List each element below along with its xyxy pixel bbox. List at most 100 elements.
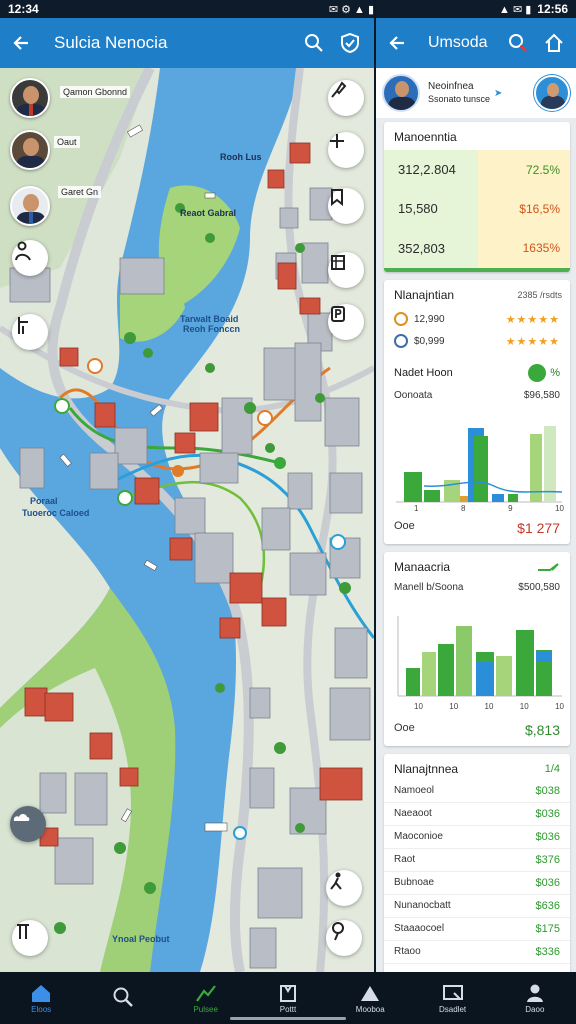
nav-profile[interactable]: Daoo [494,972,576,1024]
card-meta: 1/4 [544,763,560,775]
screen-icon [442,984,463,1000]
map-canvas [0,68,374,972]
card-title: Manaacria [394,560,451,574]
bookmark-button[interactable] [328,188,364,224]
list-item[interactable]: Naeaoot $036 [384,803,570,826]
search-icon [305,34,323,52]
list-card[interactable]: Nlanajtnnea 1/4 Namoeol $038 Naeaoot $036 … [384,754,570,972]
nav-search[interactable] [82,972,164,1024]
pin-button[interactable] [326,920,362,956]
toggle-row[interactable]: Nadet Hoon % [384,358,570,388]
plus-icon [330,134,344,148]
panel-app-bar: Umsoda [376,18,576,68]
panel-title: Umsoda [428,34,488,51]
stars: ★★★★★ [505,313,560,326]
chevron-icon: ➤ [494,87,503,99]
compass-button[interactable] [328,80,364,116]
list-item[interactable]: Namoeol $038 [384,780,570,803]
chart-title: Oonoata [394,390,433,401]
home-button[interactable] [536,25,572,61]
summary-percent: 72.5% [478,150,570,190]
search-icon [113,987,134,1007]
avatar [382,74,420,112]
buildings-button[interactable] [328,252,364,288]
analysis-card[interactable]: Nlanajntian 2385 /rsdts 12,990 ★★★★★ $0,… [384,280,570,544]
axis-tick: 10 [555,702,564,711]
hiker-icon [330,872,342,890]
map-label: Garet Gn [58,186,102,198]
walking-mode-button[interactable] [12,240,48,276]
axis-tick: 1 [414,504,419,513]
summary-value: 312,2.804 [384,150,478,190]
search-button[interactable] [500,25,536,61]
coin-icon [394,312,408,326]
axis-tick: 8 [461,504,466,513]
rating-row: $0,999 ★★★★★ [384,330,570,352]
metrics-card[interactable]: Manaacria Manell b/Soona $500,580 10 10 … [384,552,570,746]
gate-icon [17,924,29,939]
map-label: Poraal [30,496,58,506]
list-item-label: Nunanocbatt [394,900,451,911]
back-button[interactable] [380,25,416,61]
card-accent-bar [384,268,570,272]
list-item[interactable]: Maoconioe $036 [384,826,570,849]
footer-value: $,813 [524,722,560,738]
nav-label: Mooboa [355,1004,385,1014]
status-toggle[interactable] [528,364,547,382]
summary-value: 352,803 [384,228,478,268]
map-label: Reoh Fonccn [183,324,241,334]
user-avatar[interactable] [10,186,50,226]
layers-button[interactable] [12,920,48,956]
nav-label: Pulsee [193,1004,218,1014]
home-icon [545,33,563,52]
axis-tick: 9 [508,504,513,513]
building-icon [361,985,380,1001]
footer-label: Ooe [394,520,415,532]
city-map[interactable]: Qamon Gbonnd Oaut Garet Gn Rooh Lus Tarw… [0,68,374,972]
map-label: Qamon Gbonnd [60,86,131,98]
transit-mode-button[interactable] [12,314,48,350]
profile-row[interactable]: Neoinfnea Ssonato tunsce ➤ [376,68,576,118]
list-item[interactable]: Staaaocoel $175 [384,918,570,941]
chart-header: Oonoata $96,580 [384,388,570,403]
user-avatar[interactable] [10,78,50,118]
list-item[interactable]: Rtaoo $336 [384,941,570,964]
document-icon [279,984,296,1002]
location-button[interactable] [332,25,368,61]
card-footer: Ooe $,813 [384,720,570,740]
nav-label: Eloos [31,1004,52,1014]
parking-button[interactable] [328,304,364,340]
list-item[interactable]: Raot $376 [384,849,570,872]
axis-tick: 10 [414,702,423,711]
map-label: Tarwalt Boaid [180,314,239,324]
nav-home[interactable]: Eloos [0,972,82,1024]
search-button[interactable] [296,25,332,61]
search-icon [509,34,527,52]
chart-axis: 1 8 9 10 [414,504,564,513]
list-item-label: Rtaoo [394,946,421,957]
rating-label: $0,999 [414,335,445,347]
axis-tick: 10 [519,702,529,711]
summary-card[interactable]: Manoenntia 312,2.804 72.5% 15,580 $16,5%… [384,122,570,272]
back-arrow-icon [389,36,404,50]
weather-button[interactable] [10,806,46,842]
back-button[interactable] [4,25,40,61]
list-item-label: Maoconioe [394,831,443,842]
list-item[interactable]: Nunanocbatt $636 [384,895,570,918]
summary-value: 15,580 [384,189,478,229]
map-app-bar: Sulcia Nenocia [0,18,374,68]
map-label: Ynoal Peobut [112,934,170,944]
home-icon [32,984,51,1002]
footer-value: $1 277 [517,520,560,536]
hiking-button[interactable] [326,870,362,906]
avatar[interactable] [534,75,570,111]
card-title: Nlanajtnnea [394,762,459,776]
zoom-in-button[interactable] [328,132,364,168]
status-icons: ✉ ⚙ ▲ ▮ [328,3,374,16]
user-avatar[interactable] [10,130,50,170]
nav-details[interactable]: Dsadlet [411,972,493,1024]
map-label: Oaut [54,136,80,148]
stats-panel: Umsoda Neoinfnea Ssonato tunsce ➤ Manoen… [376,18,576,972]
list-item[interactable]: Bubnoae $036 [384,872,570,895]
parking-icon [331,306,345,322]
